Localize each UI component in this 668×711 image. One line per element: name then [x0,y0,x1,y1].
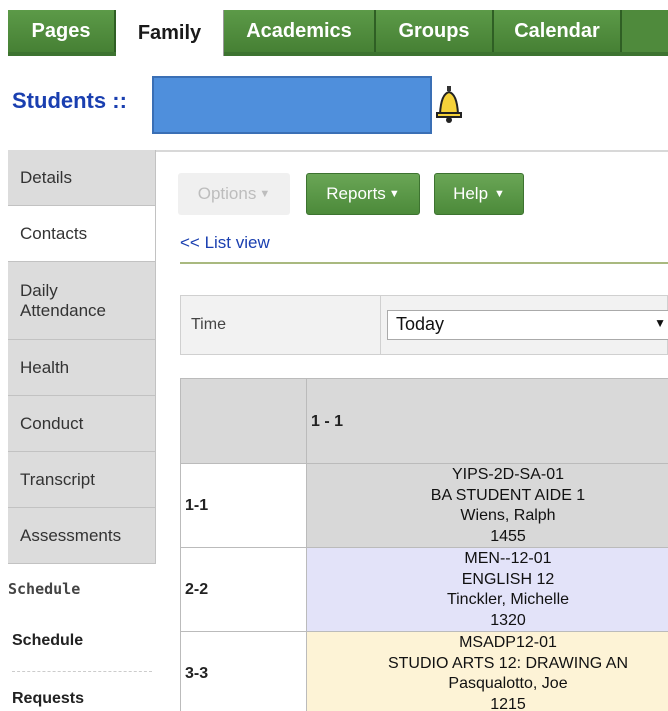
tab-label: Family [137,21,202,44]
tab-label: Calendar [514,19,600,42]
tab-label: Groups [398,19,470,42]
room-number: 1320 [490,611,526,629]
tab-label: Academics [246,19,352,42]
sidebar-item-label: Health [20,357,70,377]
time-select-value: Today [396,314,445,334]
options-label: Options [197,184,257,203]
divider [180,262,668,264]
sidebar-item-daily-attendance[interactable]: Daily Attendance [8,262,156,340]
divider [12,671,152,672]
course-title: ENGLISH 12 [461,570,555,588]
help-label: Help [453,184,489,203]
table-row: 3-3 MSADP12-01 STUDIO ARTS 12: DRAWING A… [181,632,668,711]
period-cell: 2-2 [181,548,307,631]
course-info: MEN--12-01 ENGLISH 12 Tinckler, Michelle… [307,548,668,631]
day-label: 1 - 1 [311,413,344,430]
course-cell[interactable]: MEN--12-01 ENGLISH 12 Tinckler, Michelle… [307,548,668,631]
sidebar: Details Contacts Daily Attendance Health… [8,150,156,564]
sidebar-item-label: Transcript [20,469,95,489]
table-row: 2-2 MEN--12-01 ENGLISH 12 Tinckler, Mich… [181,548,668,632]
room-number: 1455 [490,527,526,545]
sidebar-item-contacts[interactable]: Contacts [8,206,156,262]
page-title-text: Students [12,88,107,113]
course-code: YIPS-2D-SA-01 [451,466,565,483]
sidebar-item-conduct[interactable]: Conduct [8,396,156,452]
teacher-name: Tinckler, Michelle [446,591,570,608]
teacher-name: Pasqualotto, Joe [448,675,568,692]
schedule-header-row: 1 - 1 [181,379,668,464]
sidebar-item-label: Details [20,167,72,187]
chevron-down-icon: ▼ [654,316,666,330]
tab-calendar[interactable]: Calendar [494,10,622,52]
room-number: 1215 [490,695,526,711]
sidebar-item-label: Contacts [20,223,88,243]
course-cell[interactable]: MSADP12-01 STUDIO ARTS 12: DRAWING AN Pa… [307,632,668,711]
teacher-name: Wiens, Ralph [460,507,556,524]
tab-label: Pages [31,19,91,42]
sidebar-item-assessments[interactable]: Assessments [8,508,156,564]
options-button[interactable]: Options ▼ [178,173,290,215]
reports-button[interactable]: Reports ▼ [306,173,420,215]
course-info: MSADP12-01 STUDIO ARTS 12: DRAWING AN Pa… [307,632,668,711]
sidebar-section-title: Schedule [8,580,81,598]
period-cell: 1-1 [181,464,307,547]
sidebar-subitem-requests[interactable]: Requests [12,690,84,708]
tab-family[interactable]: Family [116,10,224,56]
course-info: YIPS-2D-SA-01 BA STUDENT AIDE 1 Wiens, R… [307,464,668,547]
sidebar-item-health[interactable]: Health [8,340,156,396]
header-corner-cell [181,379,307,463]
bell-icon[interactable] [434,84,464,124]
tab-pages[interactable]: Pages [8,10,116,52]
course-code: MEN--12-01 [464,550,552,567]
sidebar-item-transcript[interactable]: Transcript [8,452,156,508]
title-separator: :: [112,88,127,113]
sidebar-item-label: Daily Attendance [20,280,107,320]
main-tab-bar: Pages Family Academics Groups Calendar [8,10,668,56]
sidebar-item-label: Assessments [20,525,122,545]
course-cell[interactable]: YIPS-2D-SA-01 BA STUDENT AIDE 1 Wiens, R… [307,464,668,547]
course-title: BA STUDENT AIDE 1 [430,486,586,504]
content-top-border [156,150,668,152]
redacted-student-name [152,76,432,134]
page-title: Students :: [12,88,127,114]
chevron-down-icon: ▼ [388,188,400,200]
time-label: Time [191,316,226,333]
table-row: 1-1 YIPS-2D-SA-01 BA STUDENT AIDE 1 Wien… [181,464,668,548]
course-title: STUDIO ARTS 12: DRAWING AN [387,654,629,672]
schedule-grid: 1 - 1 1-1 YIPS-2D-SA-01 BA STUDENT AIDE … [180,378,668,711]
period-cell: 3-3 [181,632,307,711]
divider [380,296,381,354]
time-select[interactable]: Today ▼ [387,310,668,340]
sidebar-subitem-schedule[interactable]: Schedule [12,632,83,650]
time-filter-row: Time Today ▼ [180,295,668,355]
tab-academics[interactable]: Academics [224,10,376,52]
course-code: MSADP12-01 [459,634,557,651]
reports-label: Reports [326,184,386,203]
list-view-link[interactable]: << List view [180,233,270,253]
chevron-down-icon: ▼ [494,188,505,200]
chevron-down-icon: ▼ [259,188,271,200]
tab-groups[interactable]: Groups [376,10,494,52]
sidebar-item-label: Conduct [20,413,84,433]
sidebar-item-details[interactable]: Details [8,150,156,206]
header-day-cell: 1 - 1 [307,379,668,463]
help-button[interactable]: Help ▼ [434,173,524,215]
